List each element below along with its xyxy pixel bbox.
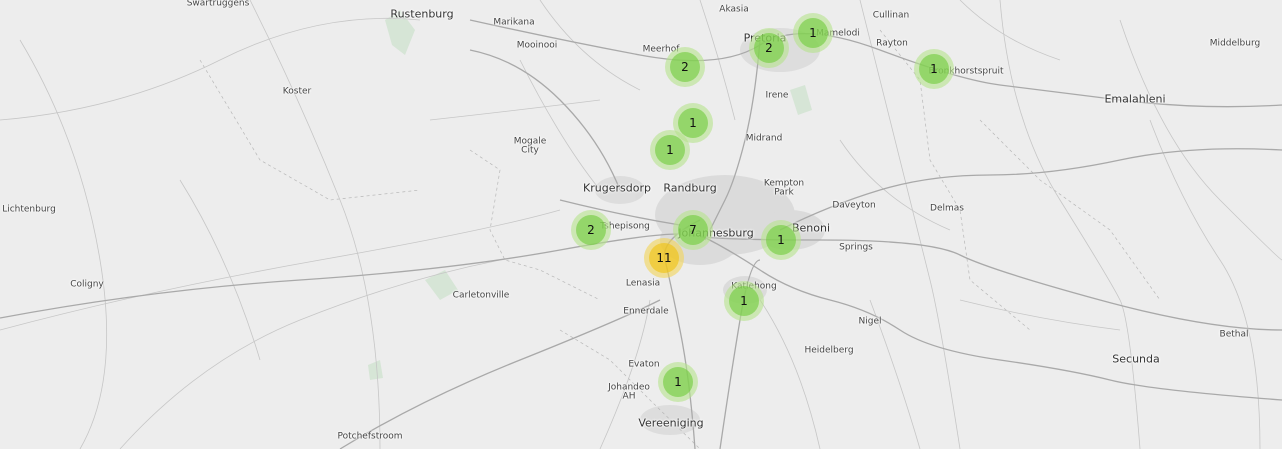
place-label-secunda: Secunda	[1112, 352, 1160, 366]
place-label-coligny: Coligny	[70, 279, 104, 290]
marker-cluster-soweto[interactable]: 11	[644, 238, 684, 278]
cluster-count: 7	[678, 215, 708, 245]
place-label-lenasia: Lenasia	[625, 278, 661, 289]
cluster-count: 1	[798, 18, 828, 48]
cluster-count: 2	[576, 215, 606, 245]
place-label-evaton: Evaton	[628, 359, 660, 370]
place-label-mogale-city: Mogale City	[513, 136, 547, 156]
place-label-johandeo-ah: Johandeo AH	[608, 382, 650, 402]
place-label-daveyton: Daveyton	[832, 200, 876, 211]
place-label-marikana: Marikana	[493, 17, 535, 28]
place-label-springs: Springs	[839, 242, 873, 253]
place-label-cullinan: Cullinan	[872, 10, 910, 21]
cluster-count: 1	[655, 135, 685, 165]
place-label-mooinooi: Mooinooi	[516, 40, 558, 51]
place-label-carletonville: Carletonville	[452, 290, 510, 301]
place-label-emalahleni: Emalahleni	[1104, 92, 1166, 106]
cluster-count: 1	[919, 54, 949, 84]
place-label-akasia: Akasia	[719, 4, 749, 15]
marker-cluster-pretoria-north[interactable]: 1	[793, 13, 833, 53]
place-label-rayton: Rayton	[876, 38, 908, 49]
cluster-count: 1	[663, 367, 693, 397]
marker-cluster-pretoria[interactable]: 2	[749, 28, 789, 68]
cluster-count: 2	[670, 52, 700, 82]
place-label-koster: Koster	[282, 86, 312, 97]
place-label-midrand: Midrand	[745, 133, 783, 144]
place-label-vereeniging: Vereeniging	[638, 416, 704, 430]
marker-cluster-meerhof[interactable]: 2	[665, 47, 705, 87]
place-label-potchefstroom: Potchefstroom	[337, 431, 403, 442]
marker-cluster-benoni[interactable]: 1	[761, 220, 801, 260]
cluster-count: 1	[766, 225, 796, 255]
place-label-irene: Irene	[765, 90, 789, 101]
cluster-count: 1	[729, 286, 759, 316]
marker-cluster-bronkhorstspruit[interactable]: 1	[914, 49, 954, 89]
place-label-delmas: Delmas	[930, 203, 964, 214]
cluster-count: 11	[649, 243, 679, 273]
place-label-krugersdorp: Krugersdorp	[583, 181, 651, 195]
place-label-rustenburg: Rustenburg	[390, 7, 454, 21]
place-label-ennerdale: Ennerdale	[623, 306, 669, 317]
place-label-kempton-park: Kempton Park	[763, 178, 805, 198]
place-label-randburg: Randburg	[663, 181, 717, 195]
marker-cluster-vereeniging[interactable]: 1	[658, 362, 698, 402]
place-label-nigel: Nigel	[858, 316, 882, 327]
map-canvas[interactable]: Swartruggens Rustenburg Marikana Mooinoo…	[0, 0, 1282, 449]
place-label-bethal: Bethal	[1219, 329, 1249, 340]
place-label-middelburg: Middelburg	[1209, 38, 1261, 49]
place-label-heidelberg: Heidelberg	[804, 345, 854, 356]
cluster-count: 2	[754, 33, 784, 63]
place-label-lichtenburg: Lichtenburg	[2, 204, 56, 215]
marker-cluster-tshepisong[interactable]: 2	[571, 210, 611, 250]
place-label-swartruggens: Swartruggens	[186, 0, 250, 9]
marker-cluster-katlehong[interactable]: 1	[724, 281, 764, 321]
marker-cluster-north-randburg-2[interactable]: 1	[650, 130, 690, 170]
